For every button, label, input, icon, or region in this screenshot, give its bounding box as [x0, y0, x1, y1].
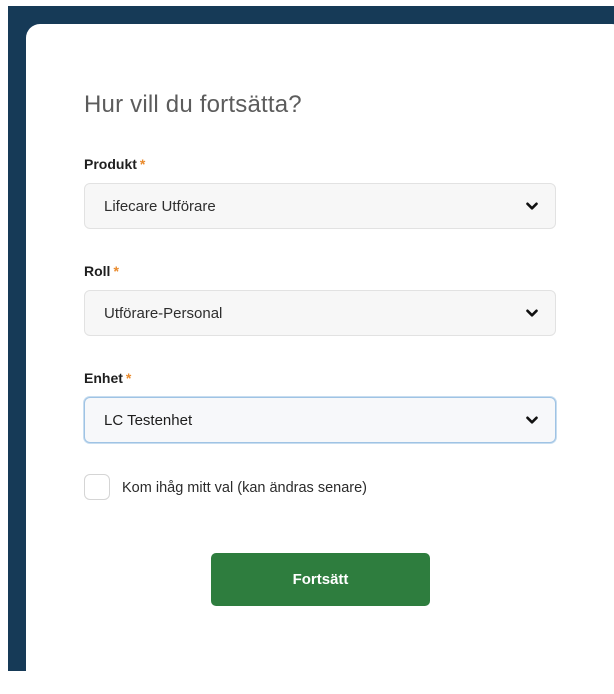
- product-label: Produkt *: [84, 155, 145, 173]
- required-marker: *: [139, 156, 146, 172]
- page-title: Hur vill du fortsätta?: [84, 91, 302, 118]
- product-select[interactable]: Lifecare Utförare: [84, 183, 556, 229]
- unit-label-text: Enhet: [84, 370, 123, 386]
- chevron-down-icon: [526, 202, 538, 210]
- product-label-text: Produkt: [84, 156, 137, 172]
- unit-select[interactable]: LC Testenhet: [84, 397, 556, 443]
- product-select-value: Lifecare Utförare: [104, 198, 216, 215]
- remember-choice-checkbox[interactable]: [84, 474, 110, 500]
- chevron-down-icon: [526, 416, 538, 424]
- continue-button[interactable]: Fortsätt: [211, 553, 430, 606]
- role-label: Roll *: [84, 262, 119, 280]
- required-marker: *: [125, 370, 132, 386]
- unit-label: Enhet *: [84, 369, 131, 387]
- role-select[interactable]: Utförare-Personal: [84, 290, 556, 336]
- unit-select-value: LC Testenhet: [104, 412, 193, 429]
- role-label-text: Roll: [84, 263, 111, 279]
- remember-choice-label: Kom ihåg mitt val (kan ändras senare): [122, 480, 367, 496]
- role-select-value: Utförare-Personal: [104, 305, 223, 322]
- chevron-down-icon: [526, 309, 538, 317]
- required-marker: *: [113, 263, 119, 279]
